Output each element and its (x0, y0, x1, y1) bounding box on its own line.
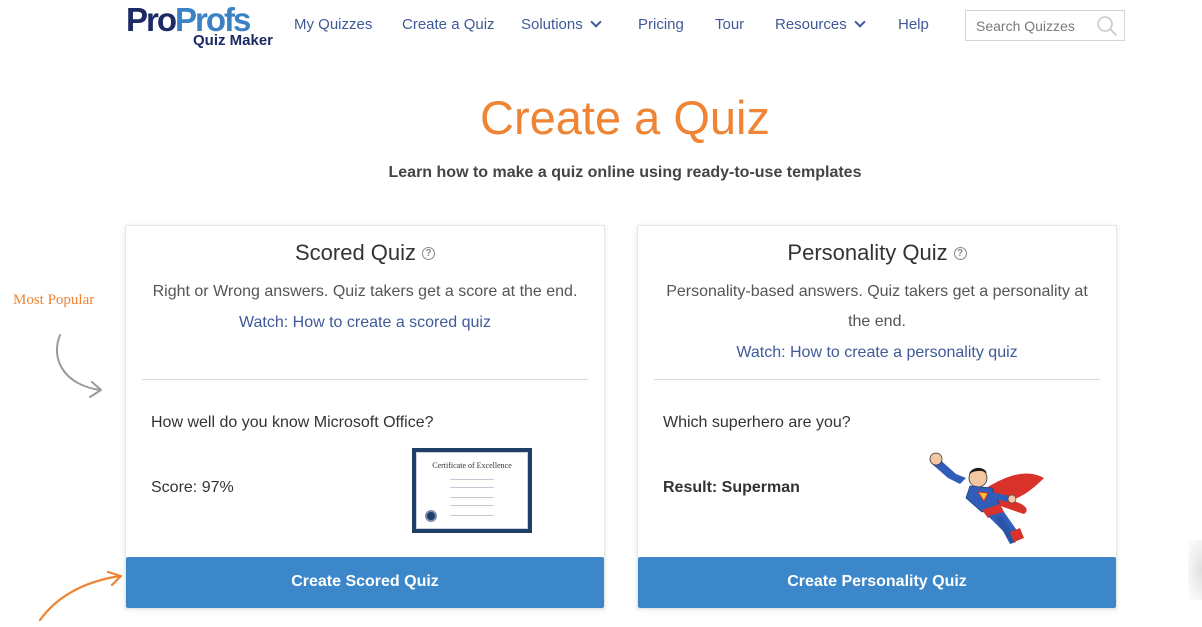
certificate-image: Certificate of Excellence (412, 448, 532, 533)
nav-pricing-label: Pricing (638, 16, 684, 33)
certificate-line (450, 479, 494, 480)
personality-sample-question: Which superhero are you? (663, 414, 851, 431)
edge-shadow (1188, 540, 1202, 600)
personality-quiz-title-text: Personality Quiz (787, 240, 948, 265)
curved-arrow-icon (55, 334, 102, 398)
scored-sample-result: Score: 97% (151, 479, 234, 496)
certificate-line (450, 515, 494, 516)
superman-illustration (929, 452, 1044, 544)
scored-quiz-watch-link[interactable]: Watch: How to create a scored quiz (126, 313, 604, 333)
search-box (965, 10, 1125, 41)
personality-quiz-watch-link[interactable]: Watch: How to create a personality quiz (638, 343, 1116, 363)
certificate-line (450, 487, 494, 488)
nav-create-a-quiz-label: Create a Quiz (402, 16, 495, 33)
certificate-title: Certificate of Excellence (432, 461, 512, 470)
page-title: Create a Quiz (480, 91, 770, 144)
certificate-line (450, 497, 494, 498)
help-icon[interactable]: ? (953, 246, 967, 260)
card-divider (142, 379, 588, 380)
scored-quiz-title: Scored Quiz? (126, 240, 604, 266)
nav-create-a-quiz[interactable]: Create a Quiz (402, 15, 495, 35)
nav-help[interactable]: Help (898, 15, 929, 35)
personality-sample-result: Result: Superman (663, 479, 800, 496)
personality-quiz-card: Personality Quiz? Personality-based answ… (637, 225, 1117, 609)
chevron-down-icon (854, 16, 866, 28)
scored-quiz-title-text: Scored Quiz (294, 240, 417, 265)
create-personality-quiz-button[interactable]: Create Personality Quiz (638, 557, 1116, 608)
pointing-arrow-icon (38, 570, 123, 622)
personality-quiz-description: Personality-based answers. Quiz takers g… (666, 283, 1088, 330)
scored-quiz-card: Scored Quiz? Right or Wrong answers. Qui… (125, 225, 605, 609)
chevron-down-icon (590, 16, 602, 28)
search-input[interactable] (966, 11, 1086, 40)
nav-pricing[interactable]: Pricing (638, 15, 684, 35)
scored-quiz-description: Right or Wrong answers. Quiz takers get … (152, 283, 578, 300)
nav-tour-label: Tour (715, 16, 745, 33)
search-icon[interactable] (1096, 15, 1118, 37)
proprofs-logo[interactable]: ProProfs Quiz Maker (126, 1, 276, 52)
help-icon[interactable]: ? (422, 246, 436, 260)
certificate-body: Certificate of Excellence (416, 452, 528, 529)
nav-tour[interactable]: Tour (715, 15, 744, 35)
nav-my-quizzes[interactable]: My Quizzes (294, 15, 372, 35)
card-divider (654, 379, 1100, 380)
nav-resources[interactable]: Resources (775, 15, 866, 35)
nav-my-quizzes-label: My Quizzes (294, 16, 373, 33)
nav-resources-label: Resources (775, 16, 847, 33)
most-popular-label: Most Popular (13, 292, 95, 308)
scored-sample-question: How well do you know Microsoft Office? (151, 414, 434, 431)
nav-solutions-label: Solutions (521, 16, 583, 33)
logo-pro: Pro (126, 1, 177, 38)
page-subtitle: Learn how to make a quiz online using re… (388, 164, 862, 181)
nav-solutions[interactable]: Solutions (521, 15, 602, 35)
certificate-seal-icon (425, 510, 437, 522)
logo-subtitle: Quiz Maker (193, 32, 274, 49)
nav-help-label: Help (898, 16, 929, 33)
create-scored-quiz-button[interactable]: Create Scored Quiz (126, 557, 604, 608)
certificate-line (450, 505, 494, 506)
personality-quiz-title: Personality Quiz? (638, 240, 1116, 266)
